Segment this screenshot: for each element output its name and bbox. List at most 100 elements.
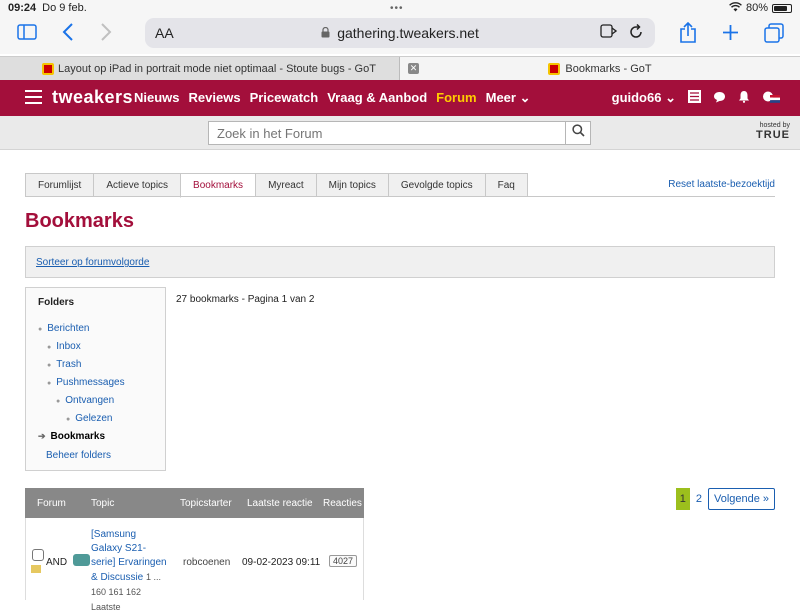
forum-tabs: Forumlijst Actieve topics Bookmarks Myre… [25, 173, 528, 198]
browser-toolbar: AA gathering.tweakers.net [0, 16, 800, 54]
nav-link-pricewatch[interactable]: Pricewatch [250, 90, 319, 106]
forum-search-input[interactable] [217, 124, 557, 142]
next-page-button[interactable]: Volgende » [707, 488, 775, 510]
tab-myreact[interactable]: Myreact [255, 173, 316, 197]
tab-actieve-topics[interactable]: Actieve topics [93, 173, 181, 197]
multitask-dots-icon[interactable]: ••• [390, 3, 404, 14]
tab-forumlijst[interactable]: Forumlijst [25, 173, 94, 197]
bullet-icon: ● [47, 362, 52, 369]
tab-mijn-topics[interactable]: Mijn topics [315, 173, 388, 197]
nav-link-reviews[interactable]: Reviews [189, 90, 241, 106]
sort-by-forum-order-link[interactable]: Sorteer op forumvolgorde [36, 257, 149, 268]
chat-icon[interactable] [713, 91, 726, 106]
nav-link-nieuws[interactable]: Nieuws [134, 90, 180, 106]
forward-icon[interactable] [100, 22, 112, 46]
sidebar-icon[interactable] [17, 24, 37, 44]
folder-ontvangen[interactable]: ● Ontvangen [56, 395, 114, 406]
topic-bubble-icon [73, 554, 90, 566]
list-icon[interactable] [688, 90, 701, 106]
last-reply[interactable]: 09-02-2023 09:11 [242, 557, 320, 568]
column-forum[interactable]: Forum [37, 498, 66, 509]
search-icon [571, 124, 585, 142]
new-tab-icon[interactable] [722, 24, 739, 45]
back-icon[interactable] [62, 22, 74, 46]
double-chevron-right-icon: » [762, 493, 769, 505]
table-row: AND [Samsung Galaxy S21-serie] Ervaringe… [25, 518, 364, 612]
topic-starter: robcoenen [183, 557, 231, 568]
bullet-icon: ● [66, 416, 71, 423]
row-checkbox[interactable] [32, 549, 44, 561]
forum-search-row: hosted by TRUE [0, 116, 800, 150]
tab-bookmarks[interactable]: Bookmarks [180, 173, 256, 198]
search-button[interactable] [565, 122, 590, 144]
nav-user-area: guido66 ⌄ [612, 90, 780, 106]
browser-tabs: Layout op iPad in portrait mode niet opt… [0, 56, 800, 81]
nav-link-vraag-aanbod[interactable]: Vraag & Aanbod [327, 90, 427, 106]
bullet-icon: ● [38, 326, 43, 333]
browser-tab-label: Bookmarks - GoT [565, 63, 652, 75]
tab-gevolgde-topics[interactable]: Gevolgde topics [387, 173, 485, 197]
column-topic[interactable]: Topic [91, 498, 114, 509]
page-current: 1 [675, 488, 690, 510]
folder-inbox[interactable]: ● Inbox [47, 341, 81, 352]
tweakers-favicon-icon [42, 63, 54, 75]
wifi-icon [729, 1, 742, 15]
folder-label: Bookmarks [50, 431, 106, 442]
reload-icon[interactable] [629, 23, 643, 42]
close-tab-icon[interactable]: ✕ [408, 63, 419, 74]
folder-label: Berichten [47, 323, 90, 334]
address-bar[interactable]: AA gathering.tweakers.net [145, 18, 655, 48]
hamburger-menu-icon[interactable] [25, 90, 42, 104]
next-page-label: Volgende [713, 493, 760, 505]
forum-name[interactable]: AND [46, 557, 67, 568]
bell-icon[interactable] [738, 90, 750, 106]
username: guido66 [611, 90, 662, 105]
manage-folders-link[interactable]: Beheer folders [46, 450, 111, 461]
bookmarks-table: Forum Topic Topicstarter Laatste reactie… [25, 488, 364, 612]
page-title: Bookmarks [25, 210, 134, 232]
folder-icon [31, 565, 41, 573]
folder-label: Pushmessages [56, 377, 125, 388]
folder-label: Inbox [56, 341, 81, 352]
lock-icon [321, 26, 333, 41]
browser-tab-stoute-bugs[interactable]: Layout op iPad in portrait mode niet opt… [0, 57, 400, 81]
folder-trash[interactable]: ● Trash [47, 359, 81, 370]
nav-links: Nieuws Reviews Pricewatch Vraag & Aanbod… [134, 90, 531, 106]
reset-last-visit-link[interactable]: Reset laatste-bezoektijd [668, 179, 775, 190]
arrow-right-icon: ➔ [38, 431, 46, 441]
tweakers-logo[interactable]: tweakers [52, 87, 133, 108]
column-last-reply[interactable]: Laatste reactie [247, 498, 313, 509]
browser-tab-bookmarks[interactable]: ✕ Bookmarks - GoT [400, 57, 800, 81]
table-header: Forum Topic Topicstarter Laatste reactie… [25, 488, 364, 518]
nav-link-meer[interactable]: Meer ⌄ [486, 90, 531, 106]
user-menu[interactable]: guido66 ⌄ [612, 90, 676, 106]
tabs-overview-icon[interactable] [764, 23, 784, 47]
column-topicstarter[interactable]: Topicstarter [180, 498, 232, 509]
hosted-by-label: hosted by [759, 122, 790, 129]
settings-flag-icon[interactable] [762, 90, 780, 106]
column-replies[interactable]: Reacties [323, 498, 362, 509]
folder-label: Trash [56, 359, 82, 370]
reply-count: 4027 [329, 555, 358, 567]
translate-icon[interactable] [600, 24, 618, 42]
page-link-2[interactable]: 2 [696, 493, 702, 505]
folder-berichten[interactable]: ● Berichten [38, 323, 89, 334]
folder-bookmarks[interactable]: ➔ Bookmarks [38, 431, 105, 442]
bullet-icon: ● [47, 344, 52, 351]
tweakers-favicon-icon [548, 63, 561, 75]
status-bar: 09:24 Do 9 feb. ••• 80% [0, 0, 800, 16]
hosted-by: hosted by TRUE [756, 122, 790, 141]
tab-faq[interactable]: Faq [484, 173, 528, 197]
folders-title: Folders [38, 297, 75, 308]
folder-gelezen[interactable]: ● Gelezen [66, 413, 112, 424]
folder-pushmessages[interactable]: ● Pushmessages [47, 377, 125, 388]
forum-search [208, 121, 591, 145]
status-right: 80% [729, 1, 792, 15]
browser-tab-label: Layout op iPad in portrait mode niet opt… [58, 63, 376, 75]
folders-panel: Folders ● Berichten ● Inbox ● Trash ● Pushme… [25, 287, 166, 471]
true-logo[interactable]: TRUE [756, 129, 790, 141]
nav-link-forum[interactable]: Forum [436, 90, 476, 106]
battery-icon [772, 3, 792, 13]
share-icon[interactable] [679, 21, 697, 48]
url-display[interactable]: gathering.tweakers.net [145, 25, 655, 41]
